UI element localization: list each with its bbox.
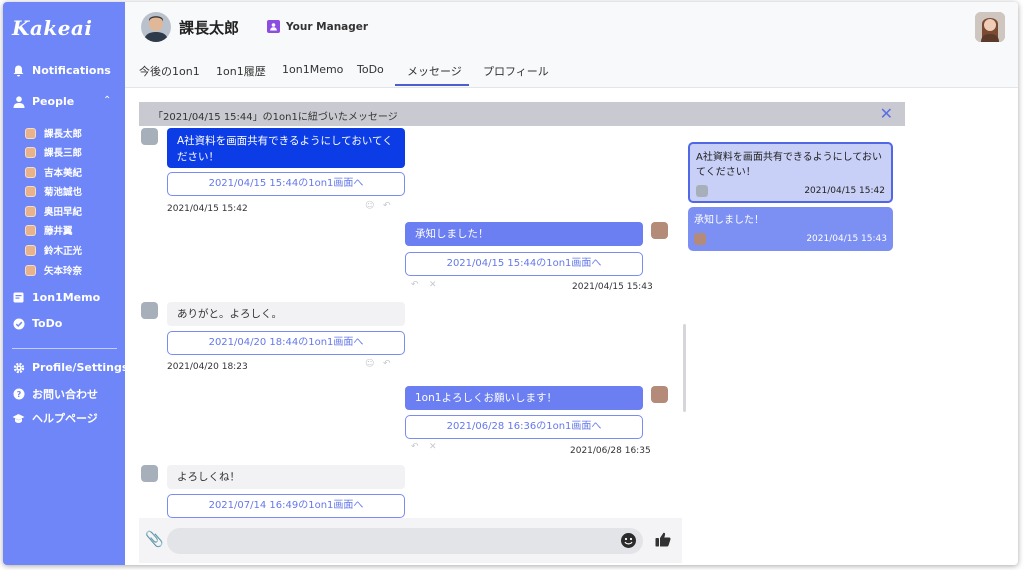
memo-icon [12, 291, 25, 304]
app-logo: Kakeai [12, 16, 93, 40]
nav-notifications-label: Notifications [32, 64, 111, 77]
message-list[interactable]: A社資料を画面共有できるようにしておいてください！ 2021/04/15 15:… [139, 126, 682, 518]
tab-profile[interactable]: プロフィール [483, 63, 549, 79]
reaction-icon[interactable]: ☺ [365, 359, 374, 369]
avatar [696, 185, 708, 197]
delete-icon[interactable]: ✕ [429, 280, 437, 290]
related-message-card[interactable]: A社資料を画面共有できるようにしておいてください！ 2021/04/15 15:… [688, 142, 893, 203]
scrollbar[interactable] [683, 324, 686, 412]
message-timestamp: 2021/06/28 16:35 [570, 446, 651, 456]
people-item[interactable]: 矢本玲奈 [25, 263, 82, 277]
1on1-link-button[interactable]: 2021/04/20 18:44の1on1画面へ [167, 331, 405, 355]
message-bubble: よろしくね！ [167, 465, 405, 489]
reply-icon[interactable]: ↶ [383, 359, 391, 369]
nav-1on1memo[interactable]: 1on1Memo [12, 291, 100, 304]
nav-people-label: People [32, 95, 75, 108]
1on1-link-button[interactable]: 2021/04/15 15:44の1on1画面へ [167, 172, 405, 196]
reply-icon[interactable]: ↶ [411, 280, 419, 290]
1on1-link-button[interactable]: 2021/04/15 15:44の1on1画面へ [405, 252, 643, 276]
avatar [651, 386, 668, 403]
people-item[interactable]: 鈴木正光 [25, 243, 82, 257]
avatar [25, 185, 36, 197]
related-message-card[interactable]: 承知しました！ 2021/04/15 15:43 [688, 207, 893, 251]
header: 課長太郎 Your Manager 今後の1on1 1on1履歴 1on1Mem… [125, 2, 1018, 88]
avatar [141, 12, 171, 42]
message-bubble: 1on1よろしくお願いします！ [405, 386, 643, 410]
avatar [141, 302, 158, 319]
emoji-icon[interactable] [621, 533, 636, 548]
1on1-link-button[interactable]: 2021/06/28 16:36の1on1画面へ [405, 415, 643, 439]
people-item[interactable]: 吉本美紀 [25, 165, 82, 179]
thumbs-up-icon[interactable] [655, 532, 671, 551]
people-item[interactable]: 課長太郎 [25, 126, 82, 140]
related-message-time: 2021/04/15 15:42 [804, 186, 885, 196]
reply-icon[interactable]: ↶ [383, 201, 391, 211]
tab-1on1-history[interactable]: 1on1履歴 [216, 63, 266, 79]
people-item[interactable]: 菊池誠也 [25, 184, 82, 198]
1on1-link-button[interactable]: 2021/07/14 16:49の1on1画面へ [167, 494, 405, 518]
banner-text: 「2021/04/15 15:44」の1on1に紐づいたメッセージ [153, 112, 398, 123]
paperclip-icon[interactable]: 📎 [145, 530, 164, 548]
nav-help[interactable]: ヘルプページ [12, 410, 98, 426]
sidebar-divider [12, 348, 117, 349]
message-timestamp: 2021/04/20 18:23 [167, 362, 248, 372]
message-input[interactable] [167, 528, 643, 554]
check-circle-icon [12, 317, 25, 330]
avatar [25, 166, 36, 178]
svg-text:?: ? [16, 390, 21, 399]
message-bubble: 承知しました！ [405, 222, 643, 246]
graduation-cap-icon [12, 412, 25, 425]
related-message-text: A社資料を画面共有できるようにしておいてください！ [696, 152, 883, 178]
active-tab-indicator [395, 84, 469, 86]
nav-notifications[interactable]: Notifications [12, 64, 111, 77]
contact-card-icon [267, 20, 280, 33]
avatar [25, 244, 36, 256]
nav-todo[interactable]: ToDo [12, 317, 62, 330]
delete-icon[interactable]: ✕ [429, 442, 437, 452]
avatar [694, 233, 706, 245]
people-item[interactable]: 課長三郎 [25, 145, 82, 159]
avatar [25, 205, 36, 217]
reply-icon[interactable]: ↶ [411, 442, 419, 452]
avatar [25, 224, 36, 236]
nav-people[interactable]: People [12, 95, 74, 108]
manager-badge: Your Manager [267, 20, 368, 33]
message-timestamp: 2021/04/15 15:42 [167, 204, 248, 214]
nav-profile-settings[interactable]: Profile/Settings [12, 361, 128, 374]
sidebar: Kakeai Notifications People ⌃ 課長太郎 課長三郎 … [3, 2, 128, 565]
people-item[interactable]: 藤井翼 [25, 223, 73, 237]
message-bubble: A社資料を画面共有できるようにしておいてください！ [167, 128, 405, 168]
bell-icon [12, 64, 25, 77]
avatar [651, 222, 668, 239]
avatar [141, 465, 158, 482]
message-bubble: ありがと。よろしく。 [167, 302, 405, 326]
app-window: Kakeai Notifications People ⌃ 課長太郎 課長三郎 … [3, 2, 1018, 565]
page-title: 課長太郎 [179, 19, 240, 37]
avatar [25, 264, 36, 276]
tab-1on1memo[interactable]: 1on1Memo [282, 63, 343, 76]
avatar [141, 128, 158, 145]
thread-banner: 「2021/04/15 15:44」の1on1に紐づいたメッセージ ✕ [139, 102, 905, 126]
user-avatar[interactable] [975, 12, 1005, 42]
nav-contact[interactable]: ? お問い合わせ [12, 386, 98, 402]
close-icon[interactable]: ✕ [880, 104, 893, 123]
person-icon [12, 95, 25, 108]
chevron-up-icon[interactable]: ⌃ [103, 95, 111, 106]
gear-icon [12, 361, 25, 374]
question-icon: ? [12, 388, 25, 401]
tab-upcoming-1on1[interactable]: 今後の1on1 [139, 63, 200, 79]
tab-messages[interactable]: メッセージ [407, 63, 462, 79]
message-timestamp: 2021/04/15 15:43 [572, 282, 653, 292]
tab-todo[interactable]: ToDo [357, 63, 384, 76]
related-message-time: 2021/04/15 15:43 [806, 234, 887, 244]
avatar [25, 127, 36, 139]
people-item[interactable]: 奥田早紀 [25, 204, 82, 218]
avatar [25, 146, 36, 158]
related-message-text: 承知しました！ [694, 215, 764, 226]
reaction-icon[interactable]: ☺ [365, 201, 374, 211]
